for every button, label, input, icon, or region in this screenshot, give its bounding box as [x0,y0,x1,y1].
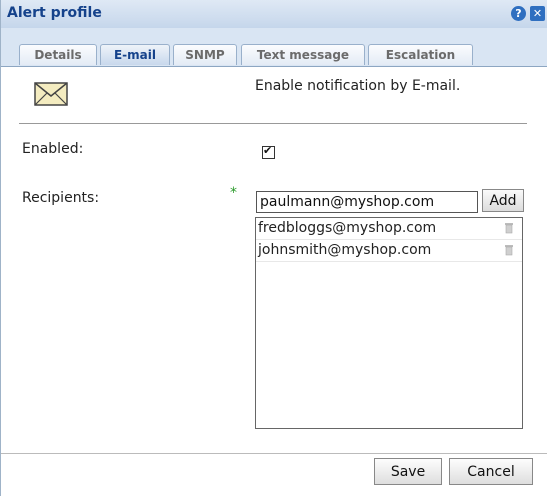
recipient-email: fredbloggs@myshop.com [258,220,437,236]
recipient-list[interactable]: fredbloggs@myshop.com johnsmith@myshop.c… [255,217,523,429]
add-recipient-button[interactable]: Add [482,189,524,212]
tab-snmp[interactable]: SNMP [173,44,237,65]
recipient-email-input[interactable] [256,191,478,213]
list-item[interactable]: johnsmith@myshop.com [256,240,522,262]
enabled-label: Enabled: [22,141,84,157]
recipient-email: johnsmith@myshop.com [258,242,432,258]
help-icon[interactable]: ? [511,6,526,21]
check-mark-icon: ✔ [263,144,273,157]
list-item[interactable]: fredbloggs@myshop.com [256,218,522,240]
envelope-icon [34,82,68,106]
dialog-title: Alert profile [7,5,102,21]
recipients-label: Recipients: [22,190,100,206]
trash-icon[interactable] [504,244,514,256]
tab-text-message[interactable]: Text message [241,44,365,65]
save-button[interactable]: Save [374,458,442,485]
tab-details[interactable]: Details [19,44,97,65]
footer-divider [1,453,547,454]
required-marker: * [230,185,237,201]
alert-profile-dialog: Alert profile ? ✕ Details E-mail SNMP Te… [0,0,547,496]
tab-email[interactable]: E-mail [100,44,170,65]
tab-escalation[interactable]: Escalation [368,44,473,65]
trash-icon[interactable] [504,222,514,234]
close-icon[interactable]: ✕ [530,6,545,21]
divider [19,123,527,124]
tab-strip: Details E-mail SNMP Text message Escalat… [1,28,547,67]
enabled-checkbox[interactable]: ✔ [262,144,275,159]
email-description: Enable notification by E-mail. [255,78,461,94]
title-bar: Alert profile ? ✕ [1,0,547,29]
cancel-button[interactable]: Cancel [449,458,533,485]
